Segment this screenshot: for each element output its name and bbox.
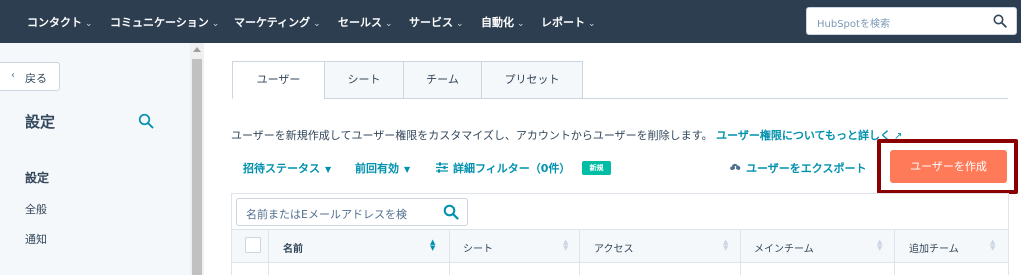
chevron-down-icon: ⌄ [313,19,321,29]
column-divider [579,229,580,275]
select-all-checkbox[interactable] [245,237,261,253]
chevron-down-icon: ⌄ [385,19,393,29]
sort-icon[interactable]: ▲ ▼ [990,239,995,252]
sidebar-scrollbar-thumb[interactable] [192,59,202,275]
learn-more-link[interactable]: ユーザー権限についてもっと詳しく [716,129,891,142]
tab-divider [583,98,1008,99]
new-badge: 新規 [582,161,611,175]
page-description: ユーザーを新規作成してユーザー権限をカスタマイズし、アカウントからユーザーを削除… [231,127,902,143]
caret-down-icon: ▼ [404,165,411,174]
sort-icon[interactable]: ▲ ▼ [877,239,882,252]
column-divider [268,229,269,275]
settings-sidebar: ‹ 戻る 設定 設定 全般 通知 [0,43,204,275]
chevron-down-icon: ⌄ [211,19,220,29]
tab-users[interactable]: ユーザー [232,61,324,99]
search-icon[interactable] [138,113,154,129]
nav-service[interactable]: サービス ⌄ [409,14,464,30]
nav-sales[interactable]: セールス ⌄ [338,14,393,30]
column-header-main-team[interactable]: メインチーム [754,240,814,255]
search-icon[interactable] [443,204,459,220]
table-search-placeholder: 名前またはEメールアドレスを検 [246,208,407,221]
sort-icon[interactable]: ▲ ▼ [430,239,435,252]
chevron-down-icon: ⌄ [456,19,464,29]
column-header-access[interactable]: アクセス [594,240,634,255]
column-header-seat[interactable]: シート [463,240,493,255]
sidebar-item-general[interactable]: 全般 [25,201,47,217]
export-users-button[interactable]: ユーザーをエクスポート [746,160,866,176]
sidebar-title: 設定 [25,113,56,131]
last-active-filter[interactable]: 前回有効 ▼ [355,160,410,176]
column-divider [894,229,895,275]
filter-sliders-icon [436,162,448,173]
tab-teams[interactable]: チーム [403,61,481,99]
description-text: ユーザーを新規作成してユーザー権限をカスタマイズし、アカウントからユーザーを削除… [231,129,713,142]
chevron-down-icon: ⌄ [588,19,596,29]
back-label: 戻る [25,72,47,85]
chevron-down-icon: ⌄ [85,19,93,29]
search-icon[interactable] [993,14,1007,28]
nav-automation[interactable]: 自動化 ⌄ [481,14,525,30]
chevron-left-icon: ‹ [11,70,15,81]
column-header-additional-teams[interactable]: 追加チーム [909,240,959,255]
sidebar-item-notifications[interactable]: 通知 [25,231,47,247]
column-header-name[interactable]: 名前 [283,240,303,255]
nav-conversations[interactable]: コミュニケーション ⌄ [110,14,219,30]
tab-seats[interactable]: シート [324,61,403,99]
nav-marketing[interactable]: マーケティング ⌄ [234,14,321,30]
back-button[interactable]: ‹ 戻る [0,62,60,91]
sort-icon[interactable]: ▲ ▼ [723,239,728,252]
top-navigation: コンタクト ⌄ コミュニケーション ⌄ マーケティング ⌄ セールス ⌄ サービス ⌄ 自… [0,0,1021,43]
advanced-filters-button[interactable]: 詳細フィルター（0件） [453,160,570,176]
invite-status-filter[interactable]: 招待ステータス ▼ [243,160,331,176]
scroll-up-arrow-icon[interactable] [193,47,201,52]
column-divider [740,229,741,275]
chevron-down-icon: ⌄ [517,19,525,29]
table-search-input[interactable]: 名前またはEメールアドレスを検 [236,198,468,226]
sidebar-section-heading: 設定 [25,171,50,185]
nav-reports[interactable]: レポート ⌄ [541,14,596,30]
create-user-button[interactable]: ユーザーを作成 [890,150,1007,183]
caret-down-icon: ▼ [325,165,332,174]
cloud-download-icon [730,163,741,172]
global-search-input[interactable]: HubSpotを検索 [806,7,1017,35]
global-search-placeholder: HubSpotを検索 [817,19,890,30]
column-divider [449,229,450,275]
tab-presets[interactable]: プリセット [481,61,583,99]
sort-icon[interactable]: ▲ ▼ [563,239,568,252]
nav-contacts[interactable]: コンタクト ⌄ [27,14,93,30]
